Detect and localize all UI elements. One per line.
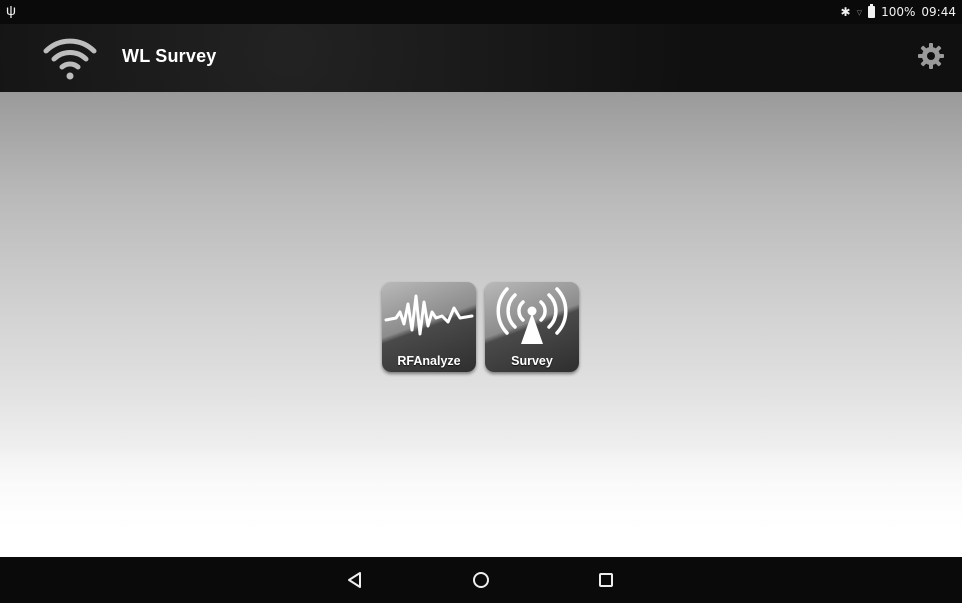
survey-label: Survey xyxy=(511,354,553,368)
battery-icon xyxy=(868,4,876,18)
wifi-logo-icon xyxy=(43,38,97,80)
bluetooth-icon: ✱ xyxy=(840,5,851,19)
survey-button[interactable]: Survey xyxy=(485,282,579,372)
recents-icon[interactable] xyxy=(596,570,616,590)
rfanalyze-button[interactable]: RFAnalyze xyxy=(382,282,476,372)
battery-percent: 100% xyxy=(881,5,916,19)
status-bar: ψ ✱ ▿ 100% 09:44 xyxy=(0,0,962,24)
rfanalyze-label: RFAnalyze xyxy=(397,354,461,368)
status-icons: ✱ ▿ 100% 09:44 xyxy=(840,3,956,21)
action-bar: WL Survey xyxy=(0,24,962,92)
main-content: RFAnalyze Survey xyxy=(0,92,962,557)
app-title: WL Survey xyxy=(122,46,217,66)
navigation-bar xyxy=(0,557,962,603)
gear-icon[interactable] xyxy=(916,41,946,71)
clock: 09:44 xyxy=(921,5,956,19)
usb-icon: ψ xyxy=(6,2,16,18)
back-icon[interactable] xyxy=(345,570,365,590)
no-signal-icon: ▿ xyxy=(856,5,863,19)
home-icon[interactable] xyxy=(471,570,491,590)
